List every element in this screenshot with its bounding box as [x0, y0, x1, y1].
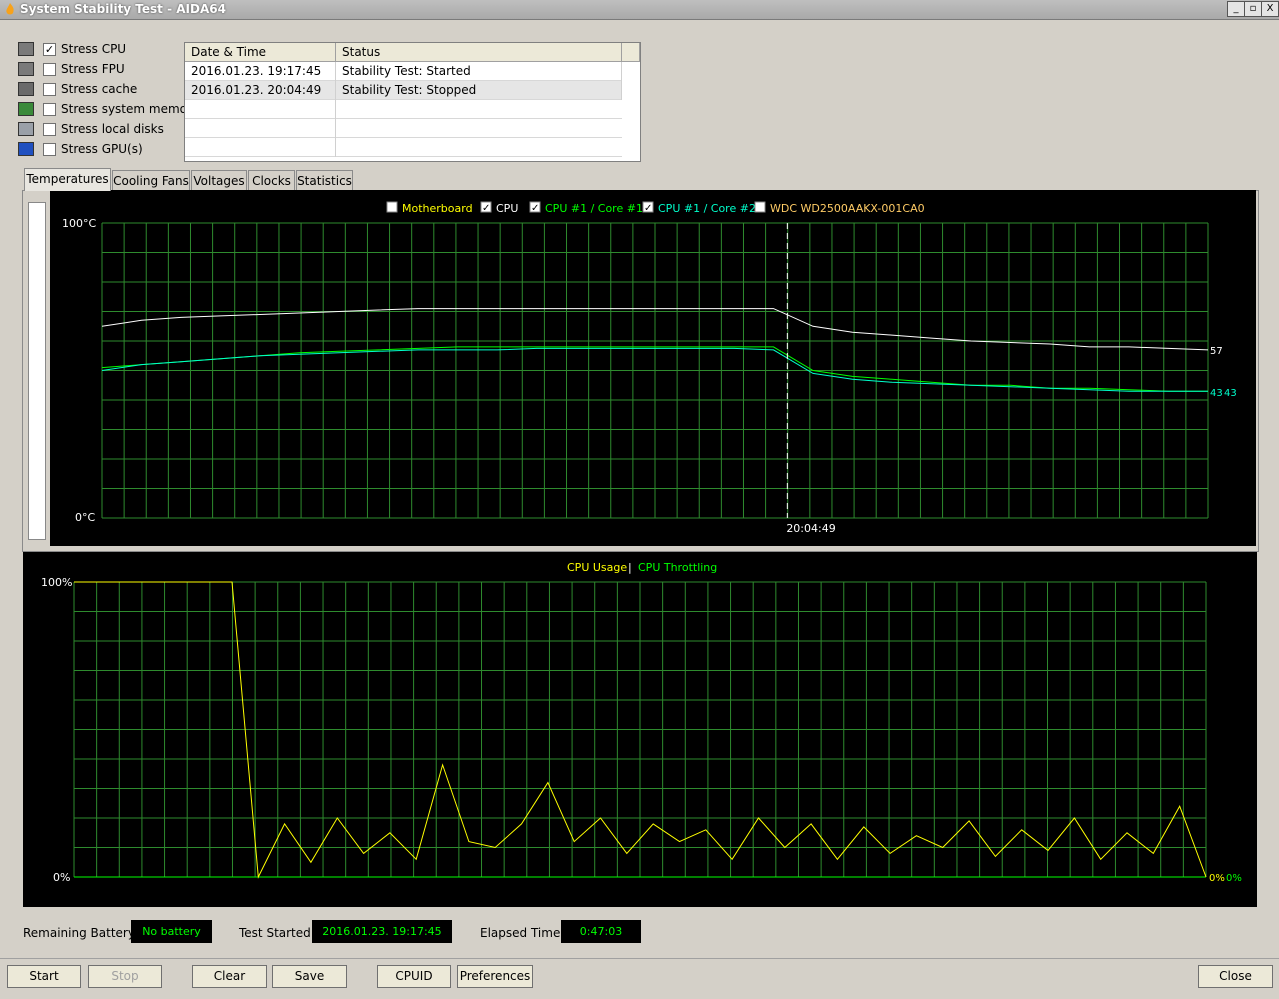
test-started-value: 2016.01.23. 19:17:45	[312, 920, 452, 943]
stress-option-label: Stress cache	[61, 82, 138, 96]
y-axis-min-label: 0°C	[75, 511, 95, 524]
log-status: Stability Test: Started	[336, 62, 622, 81]
legend-item: WDC WD2500AAKX-001CA0	[770, 202, 925, 215]
column-header-datetime[interactable]: Date & Time	[185, 43, 336, 62]
start-button[interactable]: Start	[7, 965, 81, 988]
legend-check-mark: ✓	[482, 203, 490, 214]
separator	[0, 958, 1279, 959]
log-row-empty	[185, 119, 622, 138]
stress-checkbox[interactable]	[43, 83, 56, 96]
stress-option-label: Stress system memory	[61, 102, 200, 116]
log-table: Date & Time Status 2016.01.23. 19:17:45 …	[184, 42, 641, 162]
throttling-end-value: 0%	[1226, 873, 1242, 884]
stress-option[interactable]: Stress local disks	[18, 121, 188, 139]
minimize-button[interactable]: _	[1227, 1, 1245, 17]
stress-option[interactable]: Stress GPU(s)	[18, 141, 188, 159]
cpu-usage-chart-svg: CPU Usage | CPU Throttling100%0% 0% 0%	[41, 561, 1242, 884]
column-header-status[interactable]: Status	[336, 43, 622, 62]
window-title: System Stability Test - AIDA64	[20, 2, 226, 16]
tab-voltages[interactable]: Voltages	[191, 170, 247, 190]
close-button[interactable]: Close	[1198, 965, 1273, 988]
cpu-usage-chart: CPU Usage | CPU Throttling 100% 0% 0% 0%	[23, 552, 1257, 907]
memory-module-icon	[18, 102, 34, 116]
y-axis-max-label: 100°C	[62, 217, 96, 230]
stress-option-label: Stress local disks	[61, 122, 164, 136]
close-window-button[interactable]: X	[1261, 1, 1279, 17]
legend-cpu-throttling: CPU Throttling	[638, 561, 717, 574]
column-header-filler	[622, 43, 640, 62]
y-axis-max-label: 100%	[41, 576, 72, 589]
stress-checkbox[interactable]	[43, 143, 56, 156]
vertical-scrollbar[interactable]	[28, 202, 46, 540]
cache-chip-icon	[18, 82, 34, 96]
cpu-end-value: 57	[1210, 346, 1223, 357]
tab-statistics[interactable]: Statistics	[296, 170, 353, 190]
log-row[interactable]: 2016.01.23. 19:17:45 Stability Test: Sta…	[185, 62, 622, 81]
tab-cooling-fans[interactable]: Cooling Fans	[112, 170, 190, 190]
temperature-chart: Motherboard ✓ CPU ✓ CPU #1 / Core #1 ✓ CPU #1 …	[50, 190, 1256, 546]
stress-checkbox[interactable]	[43, 123, 56, 136]
clear-button[interactable]: Clear	[192, 965, 267, 988]
stress-option[interactable]: Stress system memory	[18, 101, 199, 119]
save-button[interactable]: Save	[272, 965, 347, 988]
legend-check-mark: ✓	[531, 203, 539, 214]
battery-value: No battery	[131, 920, 212, 943]
legend-item: Motherboard	[402, 202, 473, 215]
legend-checkbox	[754, 201, 766, 213]
fpu-chip-icon	[18, 62, 34, 76]
stress-option[interactable]: Stress cache	[18, 81, 188, 99]
temperature-chart-svg: Motherboard ✓ CPU ✓ CPU #1 / Core #1 ✓ CPU #1 …	[62, 201, 1237, 535]
stress-checkbox[interactable]	[43, 103, 56, 116]
test-started-label: Test Started:	[239, 926, 315, 940]
tab-temperatures[interactable]: Temperatures	[24, 168, 111, 191]
y-axis-min-label: 0%	[53, 871, 70, 884]
elapsed-time-label: Elapsed Time:	[480, 926, 565, 940]
core1-end-value: 43	[1210, 388, 1223, 399]
legend-item: CPU	[496, 202, 518, 215]
disk-drive-icon	[18, 122, 34, 136]
stress-option[interactable]: ✓ Stress CPU	[18, 41, 188, 59]
cpuid-button[interactable]: CPUID	[377, 965, 451, 988]
elapsed-time-value: 0:47:03	[561, 920, 641, 943]
log-row-empty	[185, 138, 622, 157]
usage-end-value: 0%	[1209, 873, 1225, 884]
gpu-monitor-icon	[18, 142, 34, 156]
preferences-button[interactable]: Preferences	[457, 965, 533, 988]
title-bar[interactable]: System Stability Test - AIDA64 _ ▫ X	[0, 0, 1279, 20]
log-datetime: 2016.01.23. 20:04:49	[185, 81, 336, 100]
log-status: Stability Test: Stopped	[336, 81, 622, 100]
legend-item: CPU #1 / Core #2	[658, 202, 756, 215]
legend-separator: |	[628, 561, 632, 574]
legend-checkbox	[386, 201, 398, 213]
restore-button[interactable]: ▫	[1244, 1, 1262, 17]
stress-checkbox[interactable]: ✓	[43, 43, 56, 56]
core2-end-value: 43	[1224, 388, 1237, 399]
stress-option-label: Stress GPU(s)	[61, 142, 143, 156]
stop-marker-time: 20:04:49	[786, 522, 835, 535]
stop-button[interactable]: Stop	[88, 965, 162, 988]
stress-option-label: Stress FPU	[61, 62, 125, 76]
tab-clocks[interactable]: Clocks	[248, 170, 295, 190]
log-datetime: 2016.01.23. 19:17:45	[185, 62, 336, 81]
log-row-empty	[185, 100, 622, 119]
legend-item: CPU #1 / Core #1	[545, 202, 643, 215]
log-row[interactable]: 2016.01.23. 20:04:49 Stability Test: Sto…	[185, 81, 622, 100]
legend-check-mark: ✓	[644, 203, 652, 214]
cpu-chip-icon	[18, 42, 34, 56]
aida64-flame-icon	[6, 3, 14, 15]
stress-checkbox[interactable]	[43, 63, 56, 76]
battery-label: Remaining Battery:	[23, 926, 139, 940]
stress-option-label: Stress CPU	[61, 42, 127, 56]
legend-cpu-usage: CPU Usage	[567, 561, 627, 574]
stress-option[interactable]: Stress FPU	[18, 61, 188, 79]
